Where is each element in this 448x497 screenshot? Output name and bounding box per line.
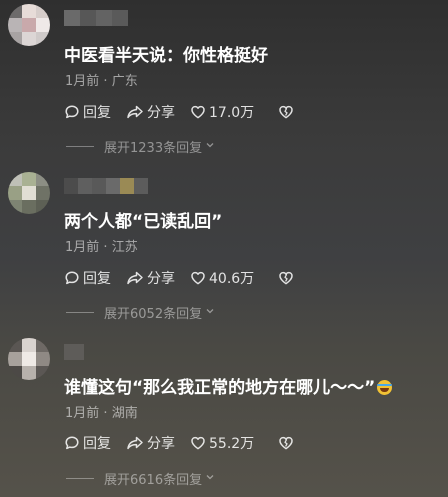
comment-text: 谁懂这句“那么我正常的地方在哪儿～～” [64, 373, 393, 398]
divider-line [66, 145, 94, 147]
reply-label: 回复 [83, 105, 111, 121]
heart-icon [190, 270, 206, 286]
comment-text: 中医看半天说：你性格挺好 [64, 46, 268, 66]
expand-replies-button[interactable]: 展开6616条回复 [66, 469, 215, 488]
dislike-button[interactable] [278, 104, 294, 120]
meta-separator: · [99, 240, 112, 255]
comment-location: 江苏 [111, 240, 138, 255]
expand-replies-label: 展开1233条回复 [104, 140, 203, 156]
heart-icon [190, 435, 206, 451]
comment-location: 广东 [111, 74, 138, 89]
share-arrow-icon [126, 104, 144, 120]
expand-replies-button[interactable]: 展开6052条回复 [66, 303, 215, 322]
laughing-crying-emoji-icon [377, 380, 393, 395]
share-label: 分享 [147, 105, 175, 121]
comment-actions: 回复 分享 17.0万 [64, 102, 294, 122]
comment-time: 1月前 [65, 406, 100, 421]
comment-bubble-icon [64, 270, 80, 286]
comment-meta: 1月前 · 广东 [65, 70, 138, 89]
like-button[interactable]: 55.2万 [190, 433, 278, 453]
chevron-down-icon [205, 305, 215, 320]
username-pixelated[interactable] [64, 178, 150, 194]
avatar[interactable] [8, 338, 50, 380]
comment-meta: 1月前 · 湖南 [65, 402, 138, 421]
meta-separator: · [99, 406, 112, 421]
expand-replies-label: 展开6616条回复 [104, 472, 203, 488]
share-label: 分享 [147, 271, 175, 287]
chevron-down-icon [205, 471, 215, 486]
meta-separator: · [99, 74, 112, 89]
reply-label: 回复 [83, 271, 111, 287]
like-count: 40.6万 [209, 271, 255, 287]
comment-time: 1月前 [65, 240, 100, 255]
share-button[interactable]: 分享 [126, 433, 190, 453]
chevron-down-icon [205, 139, 215, 154]
expand-replies-label: 展开6052条回复 [104, 306, 203, 322]
reply-button[interactable]: 回复 [64, 102, 126, 122]
comment-text-content: 谁懂这句“那么我正常的地方在哪儿～～” [64, 378, 376, 398]
share-button[interactable]: 分享 [126, 102, 190, 122]
share-label: 分享 [147, 436, 175, 452]
comment-time: 1月前 [65, 74, 100, 89]
comment-actions: 回复 分享 40.6万 [64, 268, 294, 288]
avatar[interactable] [8, 4, 50, 46]
comment-text: 两个人都“已读乱回” [64, 212, 223, 232]
share-arrow-icon [126, 435, 144, 451]
reply-button[interactable]: 回复 [64, 433, 126, 453]
expand-replies-button[interactable]: 展开1233条回复 [66, 137, 215, 156]
comment-bubble-icon [64, 104, 80, 120]
like-button[interactable]: 40.6万 [190, 268, 278, 288]
dislike-button[interactable] [278, 270, 294, 286]
broken-heart-icon [278, 270, 294, 286]
broken-heart-icon [278, 104, 294, 120]
comment-bubble-icon [64, 435, 80, 451]
reply-button[interactable]: 回复 [64, 268, 126, 288]
heart-icon [190, 104, 206, 120]
comment-actions: 回复 分享 55.2万 [64, 433, 294, 453]
username-pixelated[interactable] [64, 10, 130, 26]
share-button[interactable]: 分享 [126, 268, 190, 288]
divider-line [66, 477, 94, 479]
divider-line [66, 311, 94, 313]
like-count: 17.0万 [209, 105, 255, 121]
comment-location: 湖南 [111, 406, 138, 421]
reply-label: 回复 [83, 436, 111, 452]
broken-heart-icon [278, 435, 294, 451]
comment-meta: 1月前 · 江苏 [65, 236, 138, 255]
username-pixelated[interactable] [64, 344, 84, 360]
like-button[interactable]: 17.0万 [190, 102, 278, 122]
share-arrow-icon [126, 270, 144, 286]
like-count: 55.2万 [209, 436, 255, 452]
dislike-button[interactable] [278, 435, 294, 451]
avatar[interactable] [8, 172, 50, 214]
